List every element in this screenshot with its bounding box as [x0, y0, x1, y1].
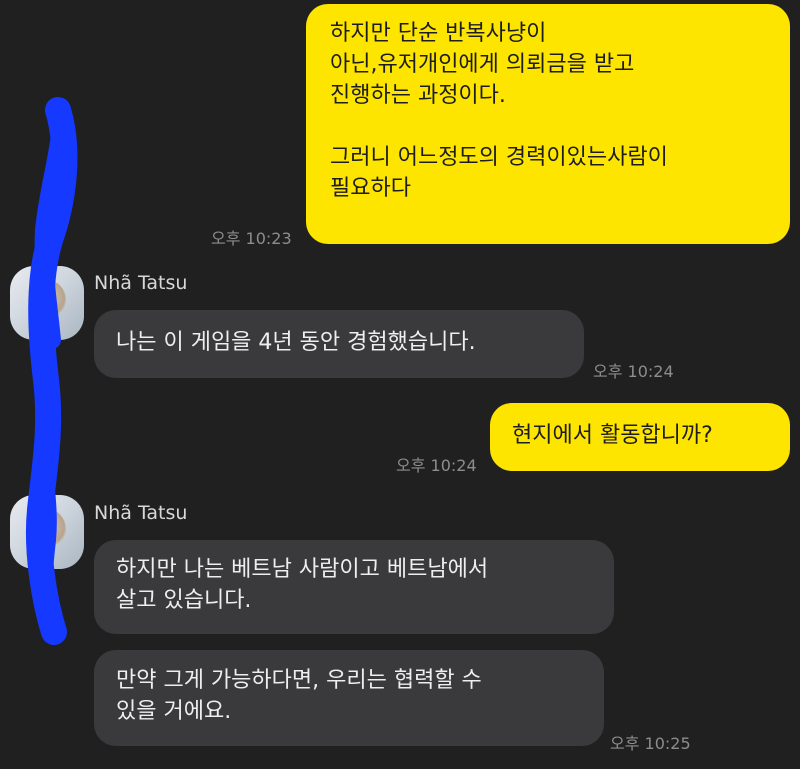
message-bubble-outgoing[interactable]: 하지만 단순 반복사냥이 아닌,유저개인에게 의뢰금을 받고 진행하는 과정이다… [306, 4, 790, 244]
sender-name: Nhã Tatsu [94, 502, 188, 524]
avatar[interactable] [10, 266, 84, 340]
message-timestamp: 오후 10:24 [396, 456, 477, 475]
avatar[interactable] [10, 495, 84, 569]
message-bubble-incoming[interactable]: 만약 그게 가능하다면, 우리는 협력할 수 있을 거에요. [94, 650, 604, 746]
message-timestamp: 오후 10:24 [593, 362, 674, 381]
message-timestamp: 오후 10:25 [610, 734, 691, 753]
message-bubble-incoming[interactable]: 하지만 나는 베트남 사람이고 베트남에서 살고 있습니다. [94, 540, 614, 634]
sender-name: Nhã Tatsu [94, 272, 188, 294]
message-timestamp: 오후 10:23 [211, 229, 292, 248]
message-bubble-incoming[interactable]: 나는 이 게임을 4년 동안 경험했습니다. [94, 310, 584, 378]
message-bubble-outgoing[interactable]: 현지에서 활동합니까? [490, 403, 790, 471]
